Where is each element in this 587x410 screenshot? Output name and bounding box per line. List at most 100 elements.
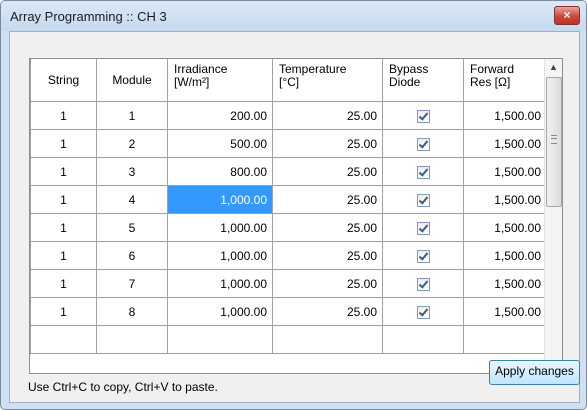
array-grid[interactable]: String Module Irradiance [W/m²] Temperature[… (29, 58, 563, 374)
title-bar[interactable]: Array Programming :: CH 3 × (1, 1, 586, 31)
string-cell[interactable]: 1 (30, 129, 97, 158)
column-header[interactable]: Temperature [°C] (272, 59, 383, 102)
module-cell[interactable]: 3 (96, 157, 168, 186)
column-header-unit: [°C] (279, 75, 300, 89)
table-row: 1 6 1,000.00 25.00 1,500.00 (30, 241, 547, 270)
module-cell[interactable]: 1 (96, 101, 168, 130)
scroll-up-icon[interactable]: ▲ (545, 59, 562, 76)
column-header[interactable]: Bypass Diode (382, 59, 464, 102)
string-cell[interactable]: 1 (30, 101, 97, 130)
copy-paste-hint: Use Ctrl+C to copy, Ctrl+V to paste. (28, 380, 218, 394)
temperature-cell[interactable]: 25.00 (272, 129, 383, 158)
column-header-label: Module (112, 72, 152, 87)
column-header-label: String (47, 72, 80, 87)
forward-res-cell[interactable]: 1,500.00 (463, 157, 547, 186)
bypass-diode-cell[interactable] (382, 101, 464, 130)
partial-cell (30, 325, 97, 354)
forward-res-cell[interactable]: 1,500.00 (463, 241, 547, 270)
table-row: 1 2 500.00 25.00 1,500.00 (30, 129, 547, 158)
column-header-label: Temperature (279, 62, 347, 76)
bypass-diode-cell[interactable] (382, 129, 464, 158)
bypass-diode-checkbox[interactable] (416, 305, 430, 319)
string-cell[interactable]: 1 (30, 213, 97, 242)
string-cell[interactable]: 1 (30, 241, 97, 270)
module-cell[interactable]: 5 (96, 213, 168, 242)
irradiance-cell[interactable]: 1,000.00 (167, 185, 273, 214)
irradiance-cell[interactable]: 1,000.00 (167, 269, 273, 298)
partial-cell (96, 325, 168, 354)
table-body: 1 1 200.00 25.00 1,500.00 1 2 500.00 25.00 1,500.… (30, 101, 547, 354)
column-header-unit: [W/m²] (174, 75, 210, 89)
table-row: 1 1 200.00 25.00 1,500.00 (30, 101, 547, 130)
column-header[interactable]: String (30, 59, 97, 102)
column-header-label: Forward (470, 62, 515, 76)
bypass-diode-checkbox[interactable] (416, 221, 430, 235)
bypass-diode-checkbox[interactable] (416, 277, 430, 291)
temperature-cell[interactable]: 25.00 (272, 157, 383, 186)
bypass-diode-checkbox[interactable] (416, 193, 430, 207)
module-cell[interactable]: 7 (96, 269, 168, 298)
bypass-diode-cell[interactable] (382, 213, 464, 242)
string-cell[interactable]: 1 (30, 185, 97, 214)
dialog-window: Array Programming :: CH 3 × String Module… (0, 0, 587, 410)
temperature-cell[interactable]: 25.00 (272, 269, 383, 298)
irradiance-cell[interactable]: 1,000.00 (167, 213, 273, 242)
column-header-unit: Diode (389, 75, 421, 89)
bypass-diode-checkbox[interactable] (416, 137, 430, 151)
window-title: Array Programming :: CH 3 (10, 9, 167, 24)
module-cell[interactable]: 2 (96, 129, 168, 158)
string-cell[interactable]: 1 (30, 297, 97, 326)
bypass-diode-checkbox[interactable] (416, 109, 430, 123)
forward-res-cell[interactable]: 1,500.00 (463, 129, 547, 158)
dialog-body: String Module Irradiance [W/m²] Temperature[… (9, 31, 580, 403)
string-cell[interactable]: 1 (30, 157, 97, 186)
bypass-diode-checkbox[interactable] (416, 249, 430, 263)
bypass-diode-cell[interactable] (382, 269, 464, 298)
apply-changes-button[interactable]: Apply changes (489, 360, 580, 385)
temperature-cell[interactable]: 25.00 (272, 213, 383, 242)
table-row: 1 8 1,000.00 25.00 1,500.00 (30, 297, 547, 326)
temperature-cell[interactable]: 25.00 (272, 185, 383, 214)
table-row: 1 4 1,000.00 25.00 1,500.00 (30, 185, 547, 214)
irradiance-cell[interactable]: 500.00 (167, 129, 273, 158)
forward-res-cell[interactable]: 1,500.00 (463, 185, 547, 214)
forward-res-cell[interactable]: 1,500.00 (463, 101, 547, 130)
irradiance-cell[interactable]: 1,000.00 (167, 297, 273, 326)
column-header[interactable]: Forward Res [Ω] (463, 59, 547, 102)
bypass-diode-cell[interactable] (382, 297, 464, 326)
forward-res-cell[interactable]: 1,500.00 (463, 269, 547, 298)
column-header[interactable]: Module (96, 59, 168, 102)
irradiance-cell[interactable]: 800.00 (167, 157, 273, 186)
column-header-label: Irradiance (174, 62, 228, 76)
irradiance-cell[interactable]: 1,000.00 (167, 241, 273, 270)
table-row: 1 7 1,000.00 25.00 1,500.00 (30, 269, 547, 298)
temperature-cell[interactable]: 25.00 (272, 101, 383, 130)
bypass-diode-cell[interactable] (382, 185, 464, 214)
close-icon: × (563, 8, 571, 22)
module-cell[interactable]: 6 (96, 241, 168, 270)
table-row: 1 5 1,000.00 25.00 1,500.00 (30, 213, 547, 242)
partial-cell (167, 325, 273, 354)
irradiance-cell[interactable]: 200.00 (167, 101, 273, 130)
temperature-cell[interactable]: 25.00 (272, 241, 383, 270)
table-row: 1 3 800.00 25.00 1,500.00 (30, 157, 547, 186)
partial-cell (272, 325, 383, 354)
module-cell[interactable]: 4 (96, 185, 168, 214)
vertical-scrollbar[interactable]: ▲ ▼ (544, 59, 562, 373)
grip-icon (551, 135, 557, 144)
bypass-diode-checkbox[interactable] (416, 165, 430, 179)
array-table: String Module Irradiance [W/m²] Temperature[… (30, 59, 547, 354)
table-header-row: String Module Irradiance [W/m²] Temperature[… (30, 59, 547, 102)
temperature-cell[interactable]: 25.00 (272, 297, 383, 326)
column-header-label: Bypass (389, 62, 429, 76)
bypass-diode-cell[interactable] (382, 157, 464, 186)
scroll-thumb[interactable] (546, 77, 562, 207)
bypass-diode-cell[interactable] (382, 241, 464, 270)
string-cell[interactable]: 1 (30, 269, 97, 298)
partial-cell (463, 325, 547, 354)
column-header[interactable]: Irradiance [W/m²] (167, 59, 273, 102)
forward-res-cell[interactable]: 1,500.00 (463, 297, 547, 326)
close-button[interactable]: × (554, 6, 580, 25)
forward-res-cell[interactable]: 1,500.00 (463, 213, 547, 242)
module-cell[interactable]: 8 (96, 297, 168, 326)
